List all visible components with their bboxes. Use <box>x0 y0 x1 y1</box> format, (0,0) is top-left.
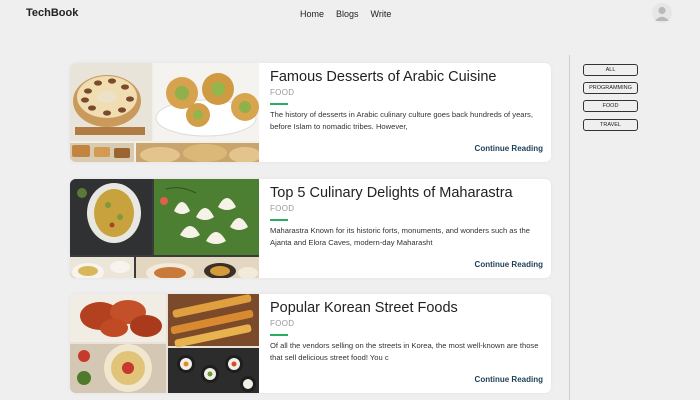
accent-divider <box>270 103 288 105</box>
post-thumbnail[interactable] <box>70 179 259 278</box>
post-title[interactable]: Popular Korean Street Foods <box>270 300 458 316</box>
post-thumbnail[interactable] <box>70 63 259 162</box>
continue-reading-link[interactable]: Continue Reading <box>475 260 543 269</box>
nav-link-blogs[interactable]: Blogs <box>336 9 359 19</box>
category-filter-all[interactable]: ALL <box>583 64 638 76</box>
post-card[interactable]: Top 5 Culinary Delights of Maharastra FO… <box>70 179 551 278</box>
post-thumbnail[interactable] <box>70 294 259 393</box>
post-excerpt: The history of desserts in Arabic culina… <box>270 110 533 131</box>
post-title[interactable]: Top 5 Culinary Delights of Maharastra <box>270 185 513 201</box>
category-filter-food[interactable]: FOOD <box>583 100 638 112</box>
category-filter-programming[interactable]: PROGRAMMING <box>583 82 638 94</box>
post-category: FOOD <box>270 204 295 213</box>
post-category: FOOD <box>270 319 295 328</box>
category-sidebar: ALL PROGRAMMING FOOD TRAVEL <box>569 55 700 400</box>
accent-divider <box>270 334 288 336</box>
nav-link-write[interactable]: Write <box>371 9 392 19</box>
accent-divider <box>270 219 288 221</box>
user-avatar-icon[interactable] <box>652 3 672 23</box>
continue-reading-link[interactable]: Continue Reading <box>475 375 543 384</box>
nav-link-home[interactable]: Home <box>300 9 324 19</box>
category-filter-travel[interactable]: TRAVEL <box>583 119 638 131</box>
nav-menu: Home Blogs Write <box>300 9 391 19</box>
post-card[interactable]: Famous Desserts of Arabic Cuisine FOOD T… <box>70 63 551 162</box>
post-excerpt: Of all the vendors selling on the street… <box>270 341 539 362</box>
navbar: TechBook Home Blogs Write <box>0 0 700 28</box>
post-excerpt: Maharastra Known for its historic forts,… <box>270 226 530 247</box>
brand-logo[interactable]: TechBook <box>26 7 78 19</box>
post-title[interactable]: Famous Desserts of Arabic Cuisine <box>270 69 496 85</box>
post-category: FOOD <box>270 88 295 97</box>
post-card[interactable]: Popular Korean Street Foods FOOD Of all … <box>70 294 551 393</box>
continue-reading-link[interactable]: Continue Reading <box>475 144 543 153</box>
